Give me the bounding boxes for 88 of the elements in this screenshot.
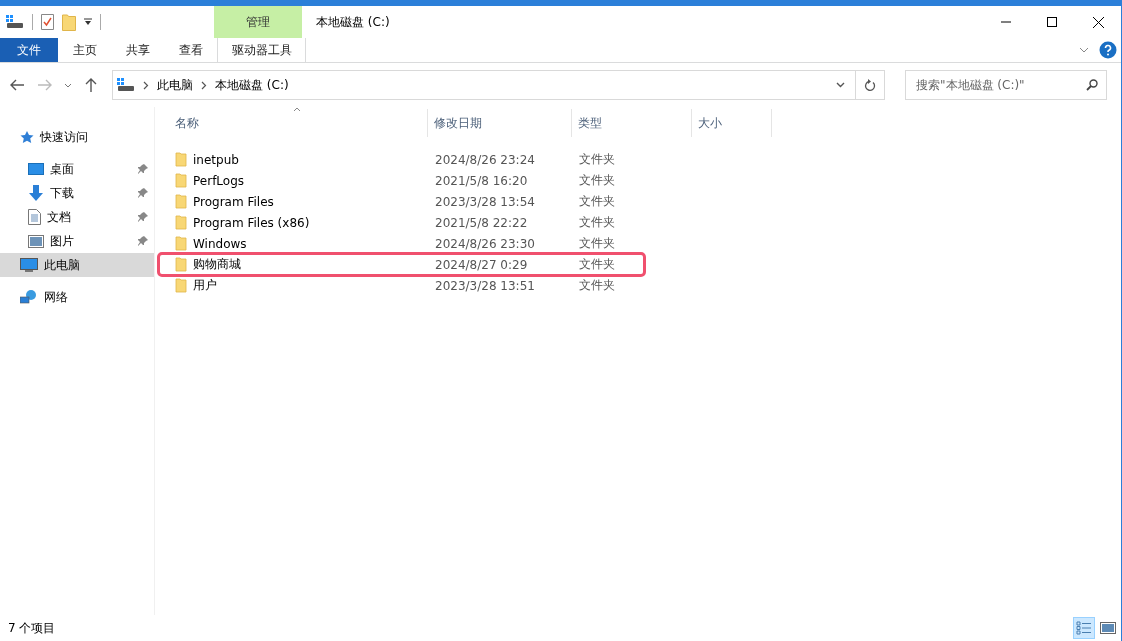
file-row[interactable]: Program Files (x86) 2021/5/8 22:22 文件夹 [159,212,644,233]
chevron-down-icon [836,82,845,88]
folder-icon [175,215,187,230]
column-header[interactable]: 修改日期 [428,109,572,137]
context-tab-group: 管理 [214,6,302,38]
expand-ribbon-icon[interactable] [1079,47,1089,53]
date-cell-text: 2024/8/27 0:29 [434,257,529,272]
type-cell-text: 文件夹 [578,151,616,168]
name-cell: 用户 [165,277,428,294]
file-row[interactable]: Windows 2024/8/26 23:30 文件夹 [159,233,644,254]
search-icon[interactable] [1086,79,1098,91]
chevron-down-icon [64,82,72,88]
column-header[interactable]: 类型 [572,109,692,137]
dropdown-icon[interactable] [84,18,92,26]
details-list-icon [1076,621,1092,635]
folder-icon [175,257,187,272]
ribbon-tab[interactable]: 文件 [0,38,58,62]
type-cell-text: 文件夹 [578,214,616,231]
file-row[interactable]: Program Files 2023/3/28 13:54 文件夹 [159,191,644,212]
name-cell: Program Files (x86) [165,215,428,230]
file-row[interactable]: PerfLogs 2021/5/8 16:20 文件夹 [159,170,644,191]
type-cell-text: 文件夹 [578,256,616,273]
desktop-icon [28,162,44,176]
highlighted-row[interactable]: 购物商城 2024/8/27 0:29 文件夹 [159,254,644,275]
type-cell-text: 文件夹 [578,277,616,294]
column-header[interactable]: 大小 [692,109,772,137]
pin-icon[interactable] [138,236,148,246]
type-cell-text: 文件夹 [578,193,616,210]
forward-arrow-icon [38,79,52,91]
folder-icon [175,278,187,293]
folder-icon [175,236,187,251]
nav-item[interactable]: 此电脑 [0,253,154,277]
date-cell-text: 2021/5/8 16:20 [434,173,529,188]
drive-icon [117,78,135,92]
picture-icon [28,234,44,248]
help-icon[interactable] [1099,41,1117,59]
breadcrumb[interactable]: 此电脑 [153,76,197,94]
name-cell: 购物商城 [165,256,428,273]
ribbon-tab[interactable]: 驱动器工具 [217,38,306,62]
computer-icon [20,257,38,273]
back-arrow-icon [10,79,24,91]
item-count: 7 个项目 [8,619,56,637]
folder-icon [175,173,187,188]
column-header[interactable]: 名称 [165,109,428,137]
picture-icon [1100,622,1116,634]
search-field[interactable]: 搜索"本地磁盘 (C:)" [905,70,1107,100]
date-cell-text: 2021/5/8 22:22 [434,215,529,230]
nav-item[interactable]: 桌面 [0,157,154,181]
address-bar[interactable]: 此电脑 本地磁盘 (C:) [112,70,885,100]
pin-icon[interactable] [138,188,148,198]
date-cell-text: 2023/3/28 13:54 [434,194,536,209]
file-row[interactable]: inetpub 2024/8/26 23:24 文件夹 [159,149,644,170]
nav-item[interactable]: 网络 [0,285,154,309]
breadcrumb[interactable]: 本地磁盘 (C:) [211,76,293,94]
up-arrow-icon [85,78,97,92]
nav-item[interactable]: 快速访问 [0,125,154,149]
properties-icon[interactable] [41,14,54,30]
sort-ascending-icon [293,107,301,112]
recent-locations-button[interactable] [62,82,74,88]
nav-item[interactable]: 文档 [0,205,154,229]
refresh-icon [864,78,876,92]
pin-icon[interactable] [138,164,148,174]
type-cell-text: 文件夹 [578,235,616,252]
chevron-right-icon[interactable] [201,80,207,90]
maximize-icon [1047,17,1057,27]
star-icon [20,130,34,144]
date-cell-text: 2024/8/26 23:24 [434,152,536,167]
pin-icon[interactable] [138,212,148,222]
name-cell: PerfLogs [165,173,428,188]
chevron-right-icon[interactable] [143,80,149,90]
close-icon [1092,16,1104,28]
type-cell-text: 文件夹 [578,172,616,189]
date-cell-text: 2024/8/26 23:30 [434,236,536,251]
drive-icon [6,15,24,29]
file-row[interactable]: 用户 2023/3/28 13:51 文件夹 [159,275,644,296]
folder-icon [175,152,187,167]
folder-icon [175,194,187,209]
document-icon [28,209,41,225]
details-view-button[interactable] [1073,617,1095,639]
download-arrow-icon [28,185,44,201]
network-icon [20,289,38,305]
name-cell: inetpub [165,152,428,167]
name-cell: Program Files [165,194,428,209]
name-cell: Windows [165,236,428,251]
window-title: 本地磁盘 (C:) [315,13,391,31]
date-cell-text: 2023/3/28 13:51 [434,278,536,293]
nav-item[interactable]: 图片 [0,229,154,253]
nav-item[interactable]: 下载 [0,181,154,205]
